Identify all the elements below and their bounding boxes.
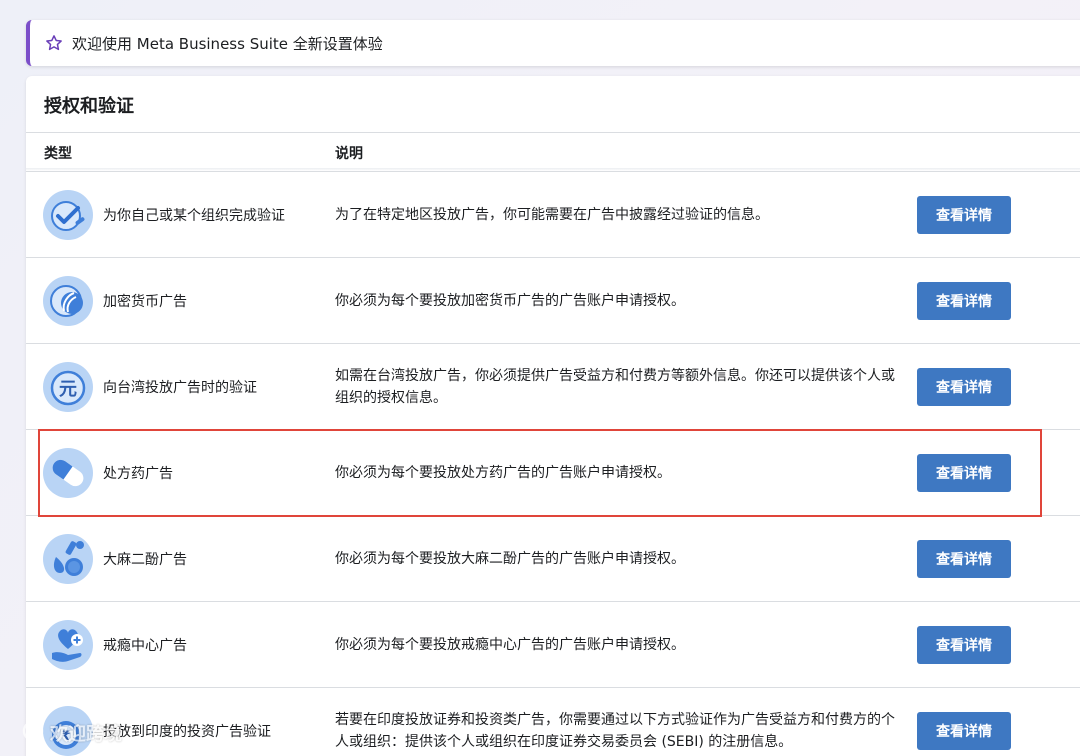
row-type: 投放到印度的投资广告验证 [103,724,271,740]
svg-text:元: 元 [59,379,77,400]
row-type: 大麻二酚广告 [103,552,187,568]
heart-hand-icon [42,619,94,671]
crypto-coin-icon [42,275,94,327]
table-row-addiction-centers: 戒瘾中心广告 你必须为每个要投放戒瘾中心广告的广告账户申请授权。 查看详情 [26,601,1080,687]
view-details-button[interactable]: 查看详情 [917,626,1011,664]
title-divider [26,132,1080,133]
view-details-button[interactable]: 查看详情 [917,368,1011,406]
cannabis-drop-icon [42,533,94,585]
page: { "banner": { "icon": "star-outline-icon… [0,0,1080,756]
welcome-banner: 欢迎使用 Meta Business Suite 全新设置体验 [26,20,1080,66]
row-description: 你必须为每个要投放戒瘾中心广告的广告账户申请授权。 [335,637,685,653]
watermark-text: 欢迎跨境 [50,724,122,745]
table-row-cbd: 大麻二酚广告 你必须为每个要投放大麻二酚广告的广告账户申请授权。 查看详情 [26,515,1080,601]
column-header-type: 类型 [44,146,72,162]
star-outline-icon [44,33,64,53]
view-details-button[interactable]: 查看详情 [917,712,1011,750]
verify-check-icon [42,189,94,241]
row-description: 你必须为每个要投放大麻二酚广告的广告账户申请授权。 [335,551,685,567]
row-description: 如需在台湾投放广告，你必须提供广告受益方和付费方等额外信息。你还可以提供该个人或… [335,368,895,406]
row-type: 戒瘾中心广告 [103,638,187,654]
table-row-india-investment: ₹ 投放到印度的投资广告验证 若要在印度投放证券和投资类广告，你需要通过以下方式… [26,687,1080,756]
view-details-button[interactable]: 查看详情 [917,196,1011,234]
row-type: 加密货币广告 [103,294,187,310]
row-type: 处方药广告 [103,466,173,482]
row-description: 若要在印度投放证券和投资类广告，你需要通过以下方式验证作为广告受益方和付费方的个… [335,712,895,750]
row-type: 向台湾投放广告时的验证 [103,380,257,396]
row-type: 为你自己或某个组织完成验证 [103,208,285,224]
view-details-button[interactable]: 查看详情 [917,454,1011,492]
row-description: 你必须为每个要投放加密货币广告的广告账户申请授权。 [335,293,685,309]
table-row-crypto: 加密货币广告 你必须为每个要投放加密货币广告的广告账户申请授权。 查看详情 [26,257,1080,343]
view-details-button[interactable]: 查看详情 [917,282,1011,320]
authorization-card: 授权和验证 类型 说明 为你自己或某个组织完成验证 为了在特定地区投放广告，你可… [26,76,1080,756]
pill-capsule-icon [42,447,94,499]
table-row-self-verification: 为你自己或某个组织完成验证 为了在特定地区投放广告，你可能需要在广告中披露经过验… [26,171,1080,257]
watermark-logo-icon [22,720,44,746]
row-description: 你必须为每个要投放处方药广告的广告账户申请授权。 [335,465,671,481]
row-description: 为了在特定地区投放广告，你可能需要在广告中披露经过验证的信息。 [335,207,769,223]
banner-text: 欢迎使用 Meta Business Suite 全新设置体验 [72,34,383,53]
view-details-button[interactable]: 查看详情 [917,540,1011,578]
table-row-prescription-drugs: 处方药广告 你必须为每个要投放处方药广告的广告账户申请授权。 查看详情 [26,429,1080,515]
column-header-description: 说明 [335,146,363,162]
table-row-taiwan-verification: 元 向台湾投放广告时的验证 如需在台湾投放广告，你必须提供广告受益方和付费方等额… [26,343,1080,429]
yuan-coin-icon: 元 [42,361,94,413]
watermark: 欢迎跨境 [22,720,122,746]
page-title: 授权和验证 [44,96,134,117]
